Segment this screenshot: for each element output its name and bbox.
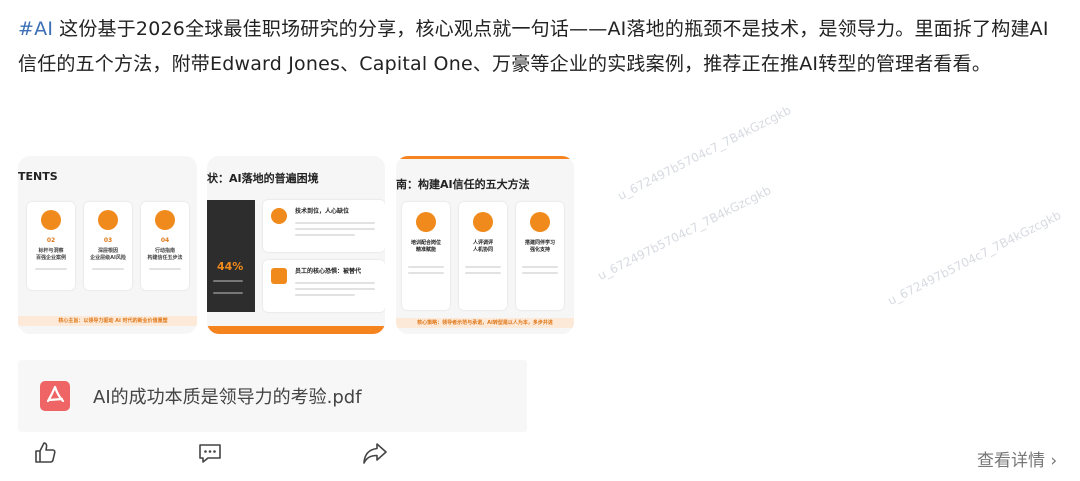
thumbnail-card: 技术到位，人心缺位	[263, 200, 385, 252]
trophy-icon	[41, 210, 61, 230]
comment-icon[interactable]	[197, 440, 223, 470]
thumbnail-card: 员工的核心恐惧：被替代	[263, 260, 385, 312]
post-text: #AI 这份基于2026全球最佳职场研究的分享，核心观点就一句话——AI落地的瓶颈…	[18, 12, 1063, 82]
person-icon	[416, 212, 436, 232]
robot-icon	[473, 212, 493, 232]
card-label: 深层根因 企业层级AI风险	[90, 248, 126, 261]
thumbnail-top-bar	[396, 156, 574, 159]
view-details-link[interactable]: 查看详情 ›	[977, 446, 1057, 471]
card-title: 技术到位，人心缺位	[295, 208, 350, 215]
card-number: 03	[103, 237, 113, 244]
thumbnail-card: 搭建同伴学习 强化支持	[516, 202, 564, 310]
file-name: AI的成功本质是领导力的考验.pdf	[93, 387, 362, 408]
thumbnail-footer-text: 核心策略：领导者示范与承诺，AI转型是以人为本，多步并进	[417, 320, 553, 326]
card-label: 人评调评 人机协同	[472, 240, 493, 253]
card-label: 标杆与洞察 百强企业案例	[35, 248, 66, 261]
thumbnail-card: 人评调评 人机协同	[459, 202, 507, 310]
watermark: u_672497b5704c7_7B4kGzcgkb	[885, 208, 1064, 308]
card-label: 搭建同伴学习 强化支持	[524, 240, 555, 253]
thumbnail-title: TENTS	[18, 170, 58, 183]
monitor-icon	[98, 210, 118, 230]
thumbnail-card: 02 标杆与洞察 百强企业案例	[27, 202, 75, 290]
thumbnail-2[interactable]: 状：AI落地的普遍困境 44% 技术到位，人心缺位 员工的核心恐惧：被替代	[207, 156, 385, 334]
thumbnail-3[interactable]: 南：构建AI信任的五大方法 培训配合岗位 精准赋能 人评调评 人机协同 搭建同伴…	[396, 156, 574, 334]
card-label: 培训配合岗位 精准赋能	[410, 240, 441, 253]
thumbs-up-icon[interactable]	[32, 440, 58, 470]
thumbnail-footer-text: 核心主旨：以领导力驱动 AI 时代的新业价值重塑	[58, 318, 168, 324]
thumbnail-card: 04 行动指南 构建信任五步法	[141, 202, 189, 290]
pdf-icon	[40, 381, 70, 411]
card-title: 员工的核心恐惧：被替代	[295, 268, 362, 275]
person-icon	[271, 208, 287, 224]
card-label: 行动指南 构建信任五步法	[147, 248, 183, 261]
flag-icon	[155, 210, 175, 230]
thumbnail-title: 状：AI落地的普遍困境	[207, 172, 319, 185]
share-icon[interactable]	[361, 440, 389, 470]
card-number: 04	[160, 237, 170, 244]
shield-icon	[271, 268, 287, 284]
thumbnail-title: 南：构建AI信任的五大方法	[396, 178, 530, 191]
dark-panel: 44%	[207, 200, 255, 312]
action-bar	[0, 440, 1080, 476]
card-number: 02	[46, 237, 56, 244]
thumbnail-footer-bar	[207, 326, 385, 334]
stat-value: 44%	[217, 260, 244, 273]
thumbnail-1[interactable]: TENTS 02 标杆与洞察 百强企业案例 03 深层根因 企业层级AI风险 0…	[18, 156, 197, 334]
post-body: 这份基于2026全球最佳职场研究的分享，核心观点就一句话——AI落地的瓶颈不是技…	[18, 18, 1049, 75]
group-icon	[530, 212, 550, 232]
pdf-attachment[interactable]: AI的成功本质是领导力的考验.pdf	[18, 360, 527, 432]
thumbnail-card: 培训配合岗位 精准赋能	[402, 202, 450, 310]
thumbnail-card: 03 深层根因 企业层级AI风险	[84, 202, 132, 290]
hashtag-link[interactable]: #AI	[18, 18, 53, 40]
